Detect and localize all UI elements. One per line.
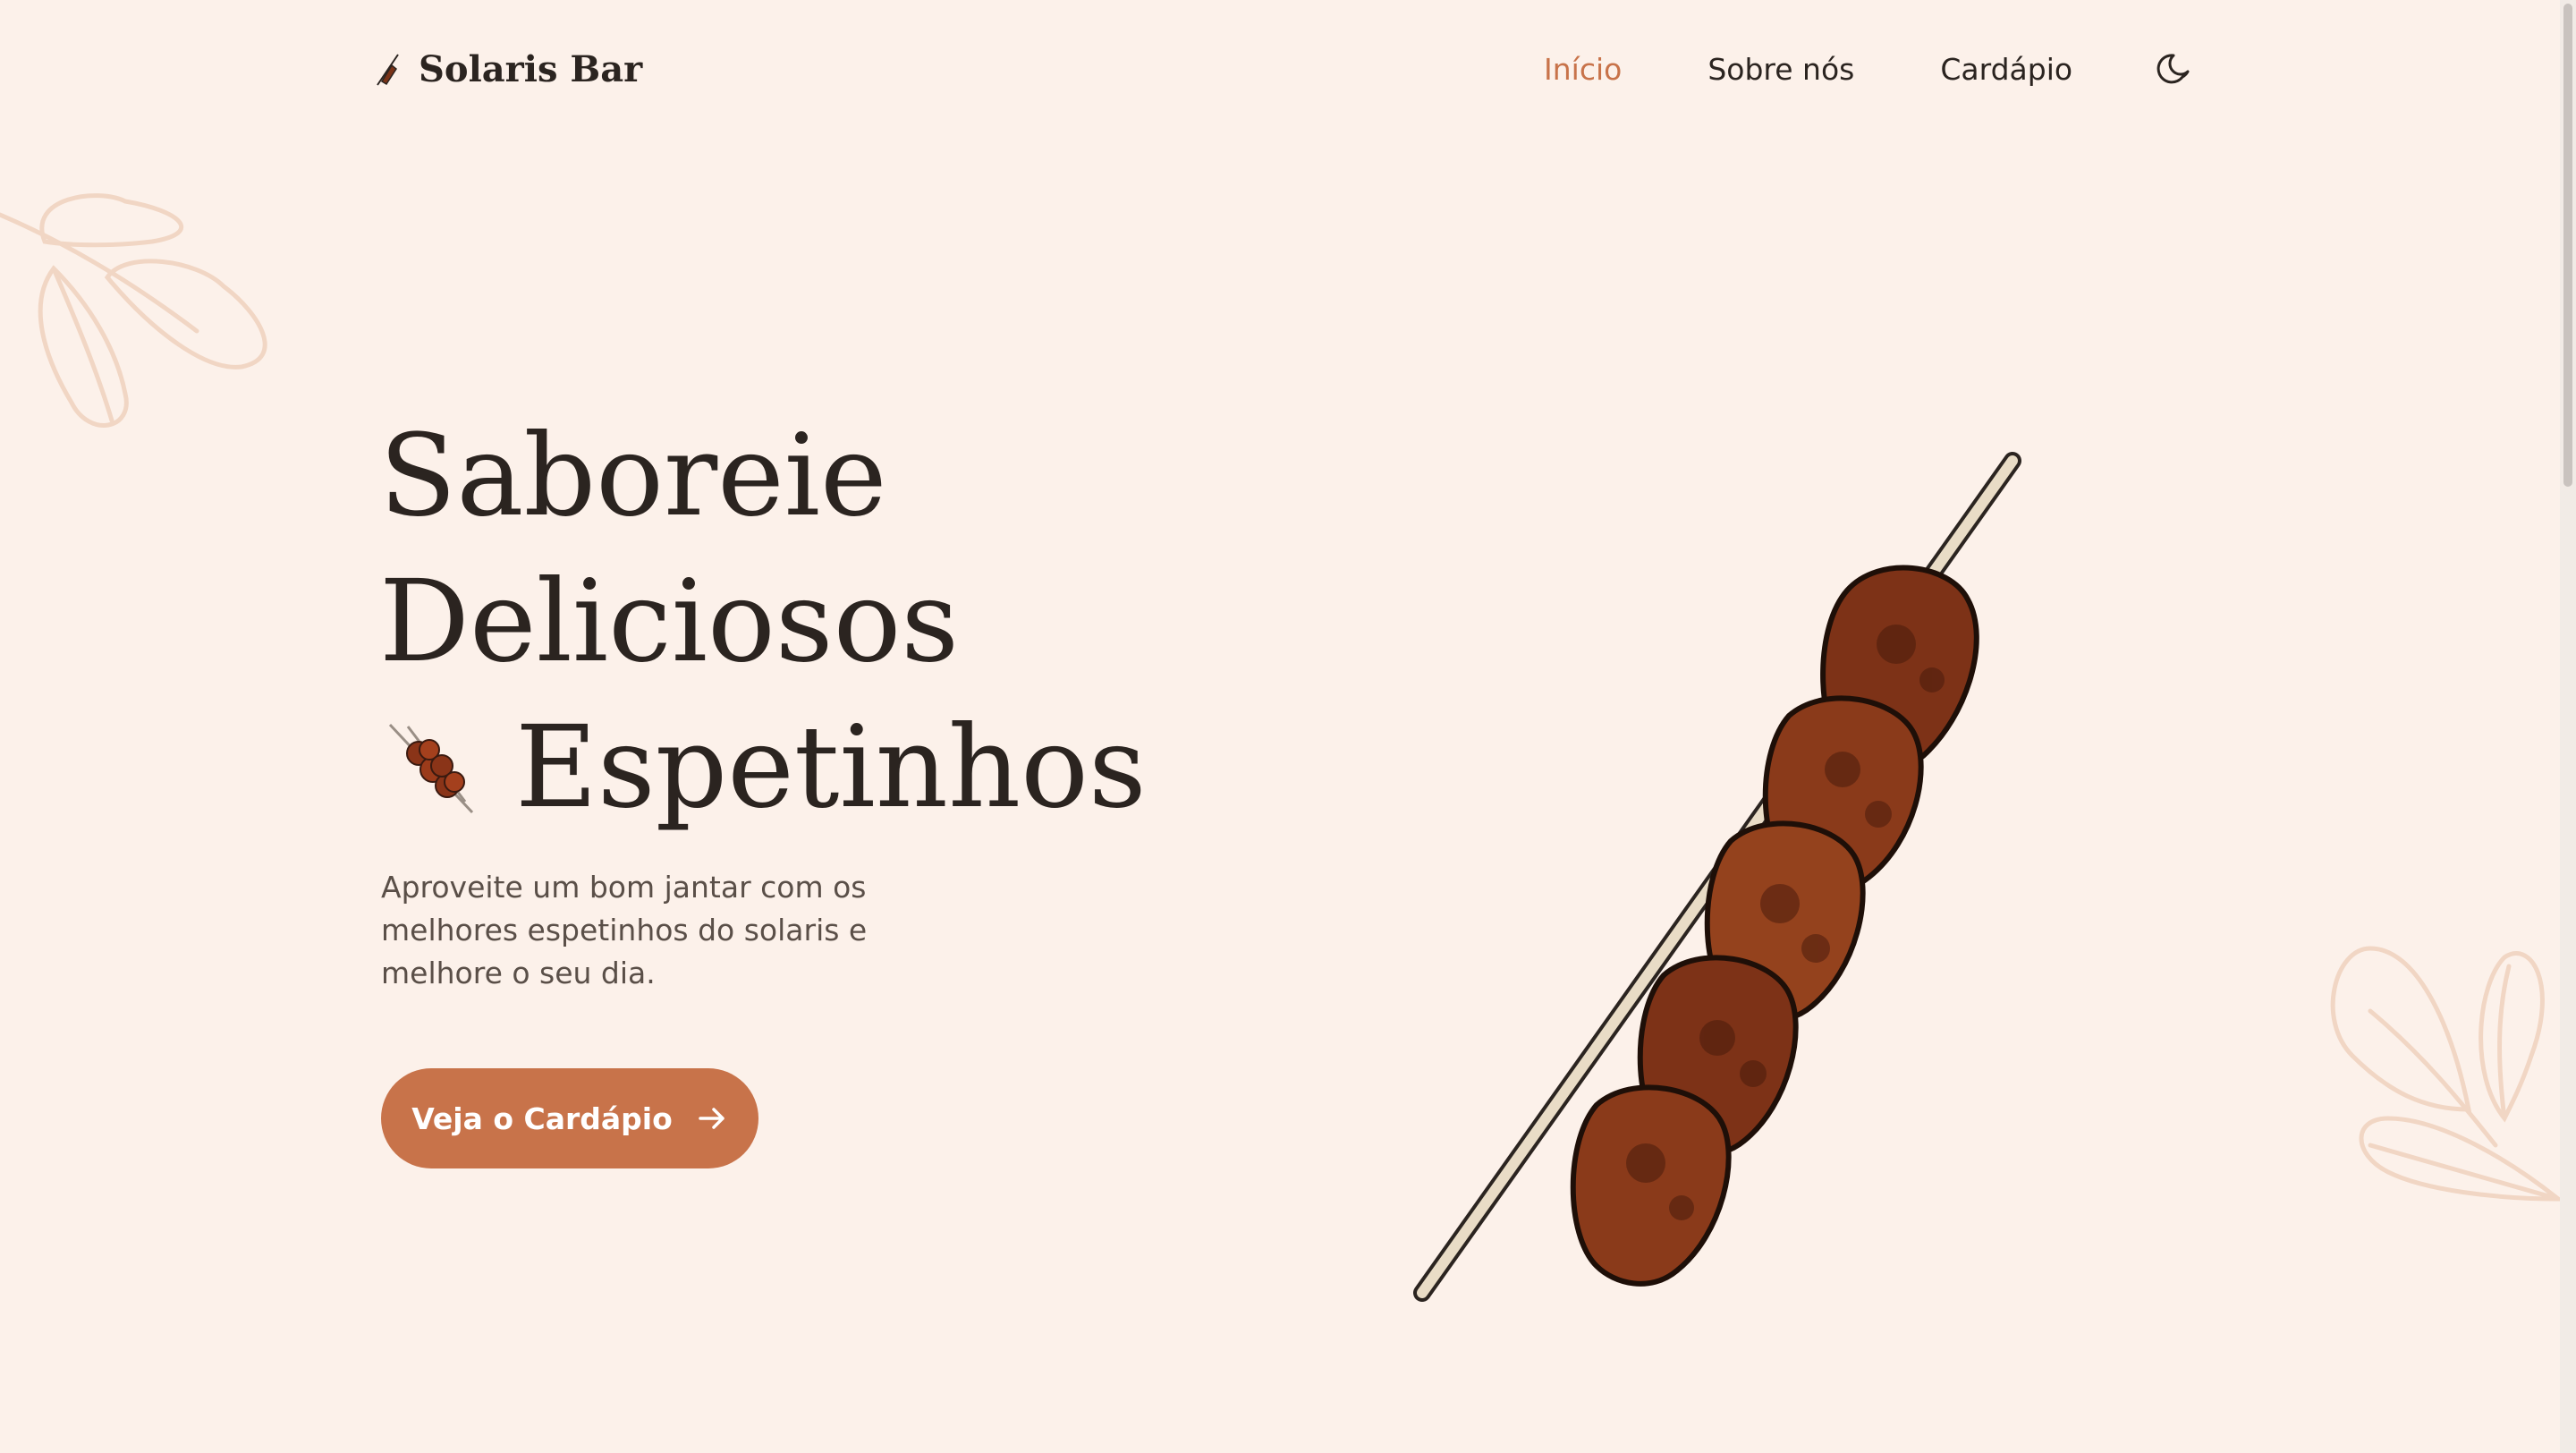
hero-title-line-3-text: Espetinhos	[515, 701, 1147, 833]
hero-title-line-2: Deliciosos	[379, 556, 960, 687]
skewer-illustration	[1413, 452, 2021, 1302]
moon-icon[interactable]	[2156, 50, 2195, 89]
skewer-small-icon	[388, 723, 474, 813]
nav-link-menu[interactable]: Cardápio	[1940, 52, 2072, 87]
arrow-right-icon	[699, 1108, 724, 1129]
hero-title: Saboreie Deliciosos Espetinhos	[379, 403, 1147, 840]
view-menu-button[interactable]: Veja o Cardápio	[381, 1068, 758, 1168]
hero-title-line-1: Saboreie	[379, 410, 887, 541]
brand-name: Solaris Bar	[419, 48, 643, 90]
hero-description: Aproveite um bom jantar com os melhores …	[381, 870, 868, 990]
skewer-logo-icon	[377, 53, 399, 86]
scrollbar[interactable]	[2560, 0, 2576, 1453]
page: Solaris Bar Início Sobre nós Cardápio Sa…	[0, 0, 2565, 1453]
view-menu-button-label: Veja o Cardápio	[411, 1100, 673, 1136]
main-nav: Início Sobre nós Cardápio	[1544, 52, 2072, 87]
leaf-decoration-left-icon	[0, 193, 267, 428]
brand[interactable]: Solaris Bar	[374, 48, 642, 90]
leaf-decoration-right-icon	[2330, 946, 2565, 1202]
scrollbar-thumb[interactable]	[2563, 4, 2572, 487]
nav-link-about[interactable]: Sobre nós	[1707, 52, 1854, 87]
nav-link-home[interactable]: Início	[1544, 52, 1622, 87]
hero-title-line-3: Espetinhos	[379, 694, 1147, 840]
